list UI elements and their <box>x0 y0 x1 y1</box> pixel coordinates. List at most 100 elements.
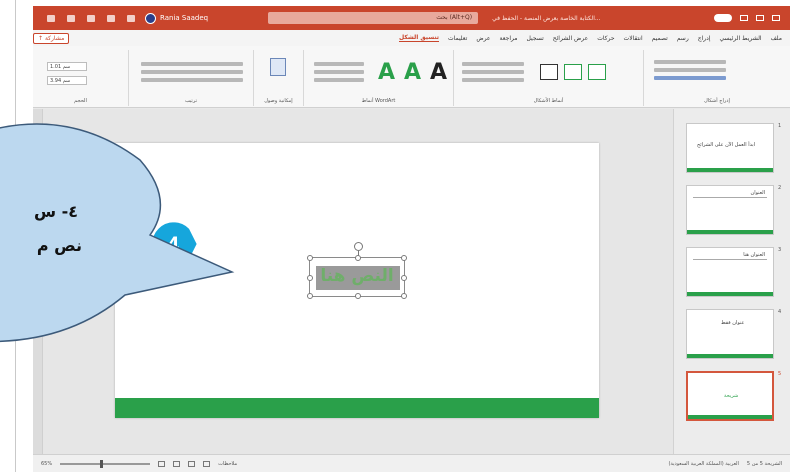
tab-10[interactable]: عرض <box>476 35 490 42</box>
size-group: 1.01 سم 3.94 سم الحجم <box>33 50 128 106</box>
slide-number: 4 <box>778 309 782 315</box>
tab-11[interactable]: تعليمات <box>448 35 467 42</box>
wordart-green[interactable]: A <box>378 60 395 85</box>
slide-thumbnail[interactable]: ابدأ العمل الآن على الشرائح <box>686 123 774 173</box>
share-button[interactable]: ↑ مشاركة <box>33 32 70 44</box>
thumbnail-bar <box>687 292 773 296</box>
shape-outline-button[interactable] <box>462 70 524 74</box>
wordart-black[interactable]: A <box>430 60 447 85</box>
shape-fill-button[interactable] <box>462 62 524 66</box>
slide-canvas[interactable]: النص هنا <box>115 143 599 418</box>
avatar <box>145 12 156 24</box>
accessibility-group: إمكانية وصول <box>253 50 303 106</box>
shape-style-green[interactable] <box>564 64 582 80</box>
step-marker-icon: 4 <box>149 219 199 269</box>
slide-count: الشريحة 5 من 5 <box>746 460 782 467</box>
tab-0[interactable]: ملف <box>771 35 782 42</box>
bring-forward-button[interactable] <box>141 62 243 66</box>
tab-7[interactable]: عرض الشرائح <box>553 35 588 42</box>
powerpoint-window: Rania Saadeq بحث (Alt+Q) الكتابة الخاصة … <box>33 6 790 472</box>
insert-shapes-group: إدراج أشكال <box>643 50 790 106</box>
slide-number: 3 <box>778 247 782 253</box>
shape-styles-group: أنماط الأشكال <box>453 50 643 106</box>
thumbnail-text: عنوان فقط <box>721 320 745 326</box>
zoom-level[interactable]: 65% <box>41 461 52 467</box>
document-title: الكتابة الخاصة بعرض المنصة - الحفظ في... <box>492 14 601 22</box>
notes-button[interactable]: ملاحظات <box>218 461 237 467</box>
edit-shape-button[interactable] <box>654 76 726 80</box>
minimize-icon[interactable] <box>740 15 748 21</box>
shape-height-field[interactable]: 1.01 سم <box>47 62 87 71</box>
fit-slide-icon[interactable] <box>158 460 166 467</box>
rotate-handle-icon[interactable] <box>354 242 363 251</box>
thumbnail-line <box>693 197 767 198</box>
shapes-row[interactable] <box>654 60 726 64</box>
undo-icon[interactable] <box>87 14 95 22</box>
resize-handle[interactable] <box>307 275 313 281</box>
thumbnail-text: العنوان <box>750 190 765 196</box>
wordart-green-outline[interactable]: A <box>404 60 421 85</box>
send-backward-button[interactable] <box>141 70 243 74</box>
step-number: 4 <box>167 232 180 257</box>
thumbnail-text: ابدأ العمل الآن على الشرائح <box>697 142 756 148</box>
slide-number: 5 <box>778 371 782 377</box>
slide-thumbnails-panel: ابدأ العمل الآن على الشرائح 1 العنوان 2 … <box>673 109 790 454</box>
tab-9[interactable]: مراجعة <box>500 35 518 42</box>
window-controls <box>714 14 790 22</box>
zoom-slider[interactable] <box>60 459 151 468</box>
tab-1[interactable]: الشريط الرئيسي <box>720 35 762 42</box>
text-effects-button[interactable] <box>314 78 364 82</box>
resize-handle[interactable] <box>401 255 407 261</box>
autosave-icon[interactable] <box>47 14 55 22</box>
alt-text-icon[interactable] <box>270 58 286 76</box>
tab-8[interactable]: تسجيل <box>527 35 544 42</box>
resize-handle[interactable] <box>401 275 407 281</box>
arrange-group: ترتيب <box>128 50 253 106</box>
selection-pane-button[interactable] <box>141 78 243 82</box>
resize-handle[interactable] <box>307 293 313 299</box>
thumbnail-bar <box>687 230 773 234</box>
tab-2[interactable]: إدراج <box>698 35 711 42</box>
resize-handle[interactable] <box>401 293 407 299</box>
group-label: أنماط WordArt <box>361 98 396 104</box>
customize-icon[interactable] <box>127 14 135 22</box>
slide-thumbnail[interactable]: عنوان فقط <box>686 309 774 359</box>
group-label: الحجم <box>74 98 87 104</box>
tab-6[interactable]: حركات <box>597 35 614 42</box>
shape-width-field[interactable]: 3.94 سم <box>47 76 87 85</box>
selected-textbox[interactable]: النص هنا <box>307 242 407 299</box>
toggle-icon[interactable] <box>714 14 732 22</box>
close-icon[interactable] <box>772 15 780 21</box>
slideshow-view-icon[interactable] <box>173 460 181 467</box>
redo-icon[interactable] <box>107 14 115 22</box>
margin-rule <box>15 0 16 472</box>
shape-effects-button[interactable] <box>462 78 524 82</box>
shape-style-green-2[interactable] <box>588 64 606 80</box>
text-outline-button[interactable] <box>314 70 364 74</box>
tab-3[interactable]: رسم <box>677 35 689 42</box>
tab-5[interactable]: انتقالات <box>624 35 643 42</box>
resize-handle[interactable] <box>355 255 361 261</box>
slide-thumbnail[interactable]: العنوان هنا <box>686 247 774 297</box>
thumbnail-text: العنوان هنا <box>743 252 765 258</box>
text-fill-button[interactable] <box>314 62 364 66</box>
shape-style-dark[interactable] <box>540 64 558 80</box>
ribbon-tabs: ملف الشريط الرئيسي إدراج رسم تصميم انتقالات حر… <box>33 30 790 46</box>
search-input[interactable]: بحث (Alt+Q) <box>268 12 479 24</box>
reading-view-icon[interactable] <box>188 460 196 467</box>
textbox-text[interactable]: النص هنا <box>310 266 404 286</box>
thumbnail-line <box>693 259 767 260</box>
tab-12[interactable]: تنسيق الشكل <box>399 34 440 42</box>
tab-4[interactable]: تصميم <box>652 35 668 42</box>
slide-thumbnail[interactable]: العنوان <box>686 185 774 235</box>
save-icon[interactable] <box>67 14 75 22</box>
normal-view-icon[interactable] <box>203 460 211 467</box>
slide-thumbnail-selected[interactable]: شريحة <box>686 371 774 421</box>
user-account[interactable]: Rania Saadeq <box>145 12 208 24</box>
resize-handle[interactable] <box>355 293 361 299</box>
shapes-row[interactable] <box>654 68 726 72</box>
resize-handle[interactable] <box>307 255 313 261</box>
restore-icon[interactable] <box>756 15 764 21</box>
wordart-styles-group: A A A أنماط WordArt <box>303 50 453 106</box>
thumbnail-bar <box>687 168 773 172</box>
